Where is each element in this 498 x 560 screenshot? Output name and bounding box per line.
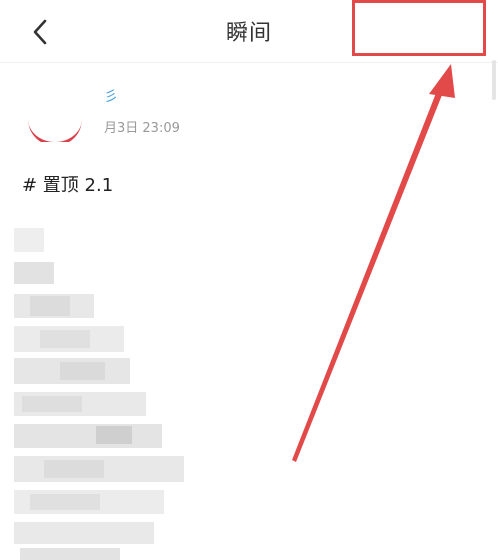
author-name[interactable]: 彡	[104, 86, 118, 106]
moments-screen: 瞬间 彡 月3日 23:09 # 置顶 2.1	[0, 0, 498, 560]
scrollbar[interactable]	[492, 60, 496, 100]
post-text: # 置顶 2.1	[22, 175, 114, 196]
post-timestamp: 月3日 23:09	[104, 121, 180, 136]
avatar[interactable]	[28, 80, 82, 142]
highlight-box	[352, 0, 486, 56]
